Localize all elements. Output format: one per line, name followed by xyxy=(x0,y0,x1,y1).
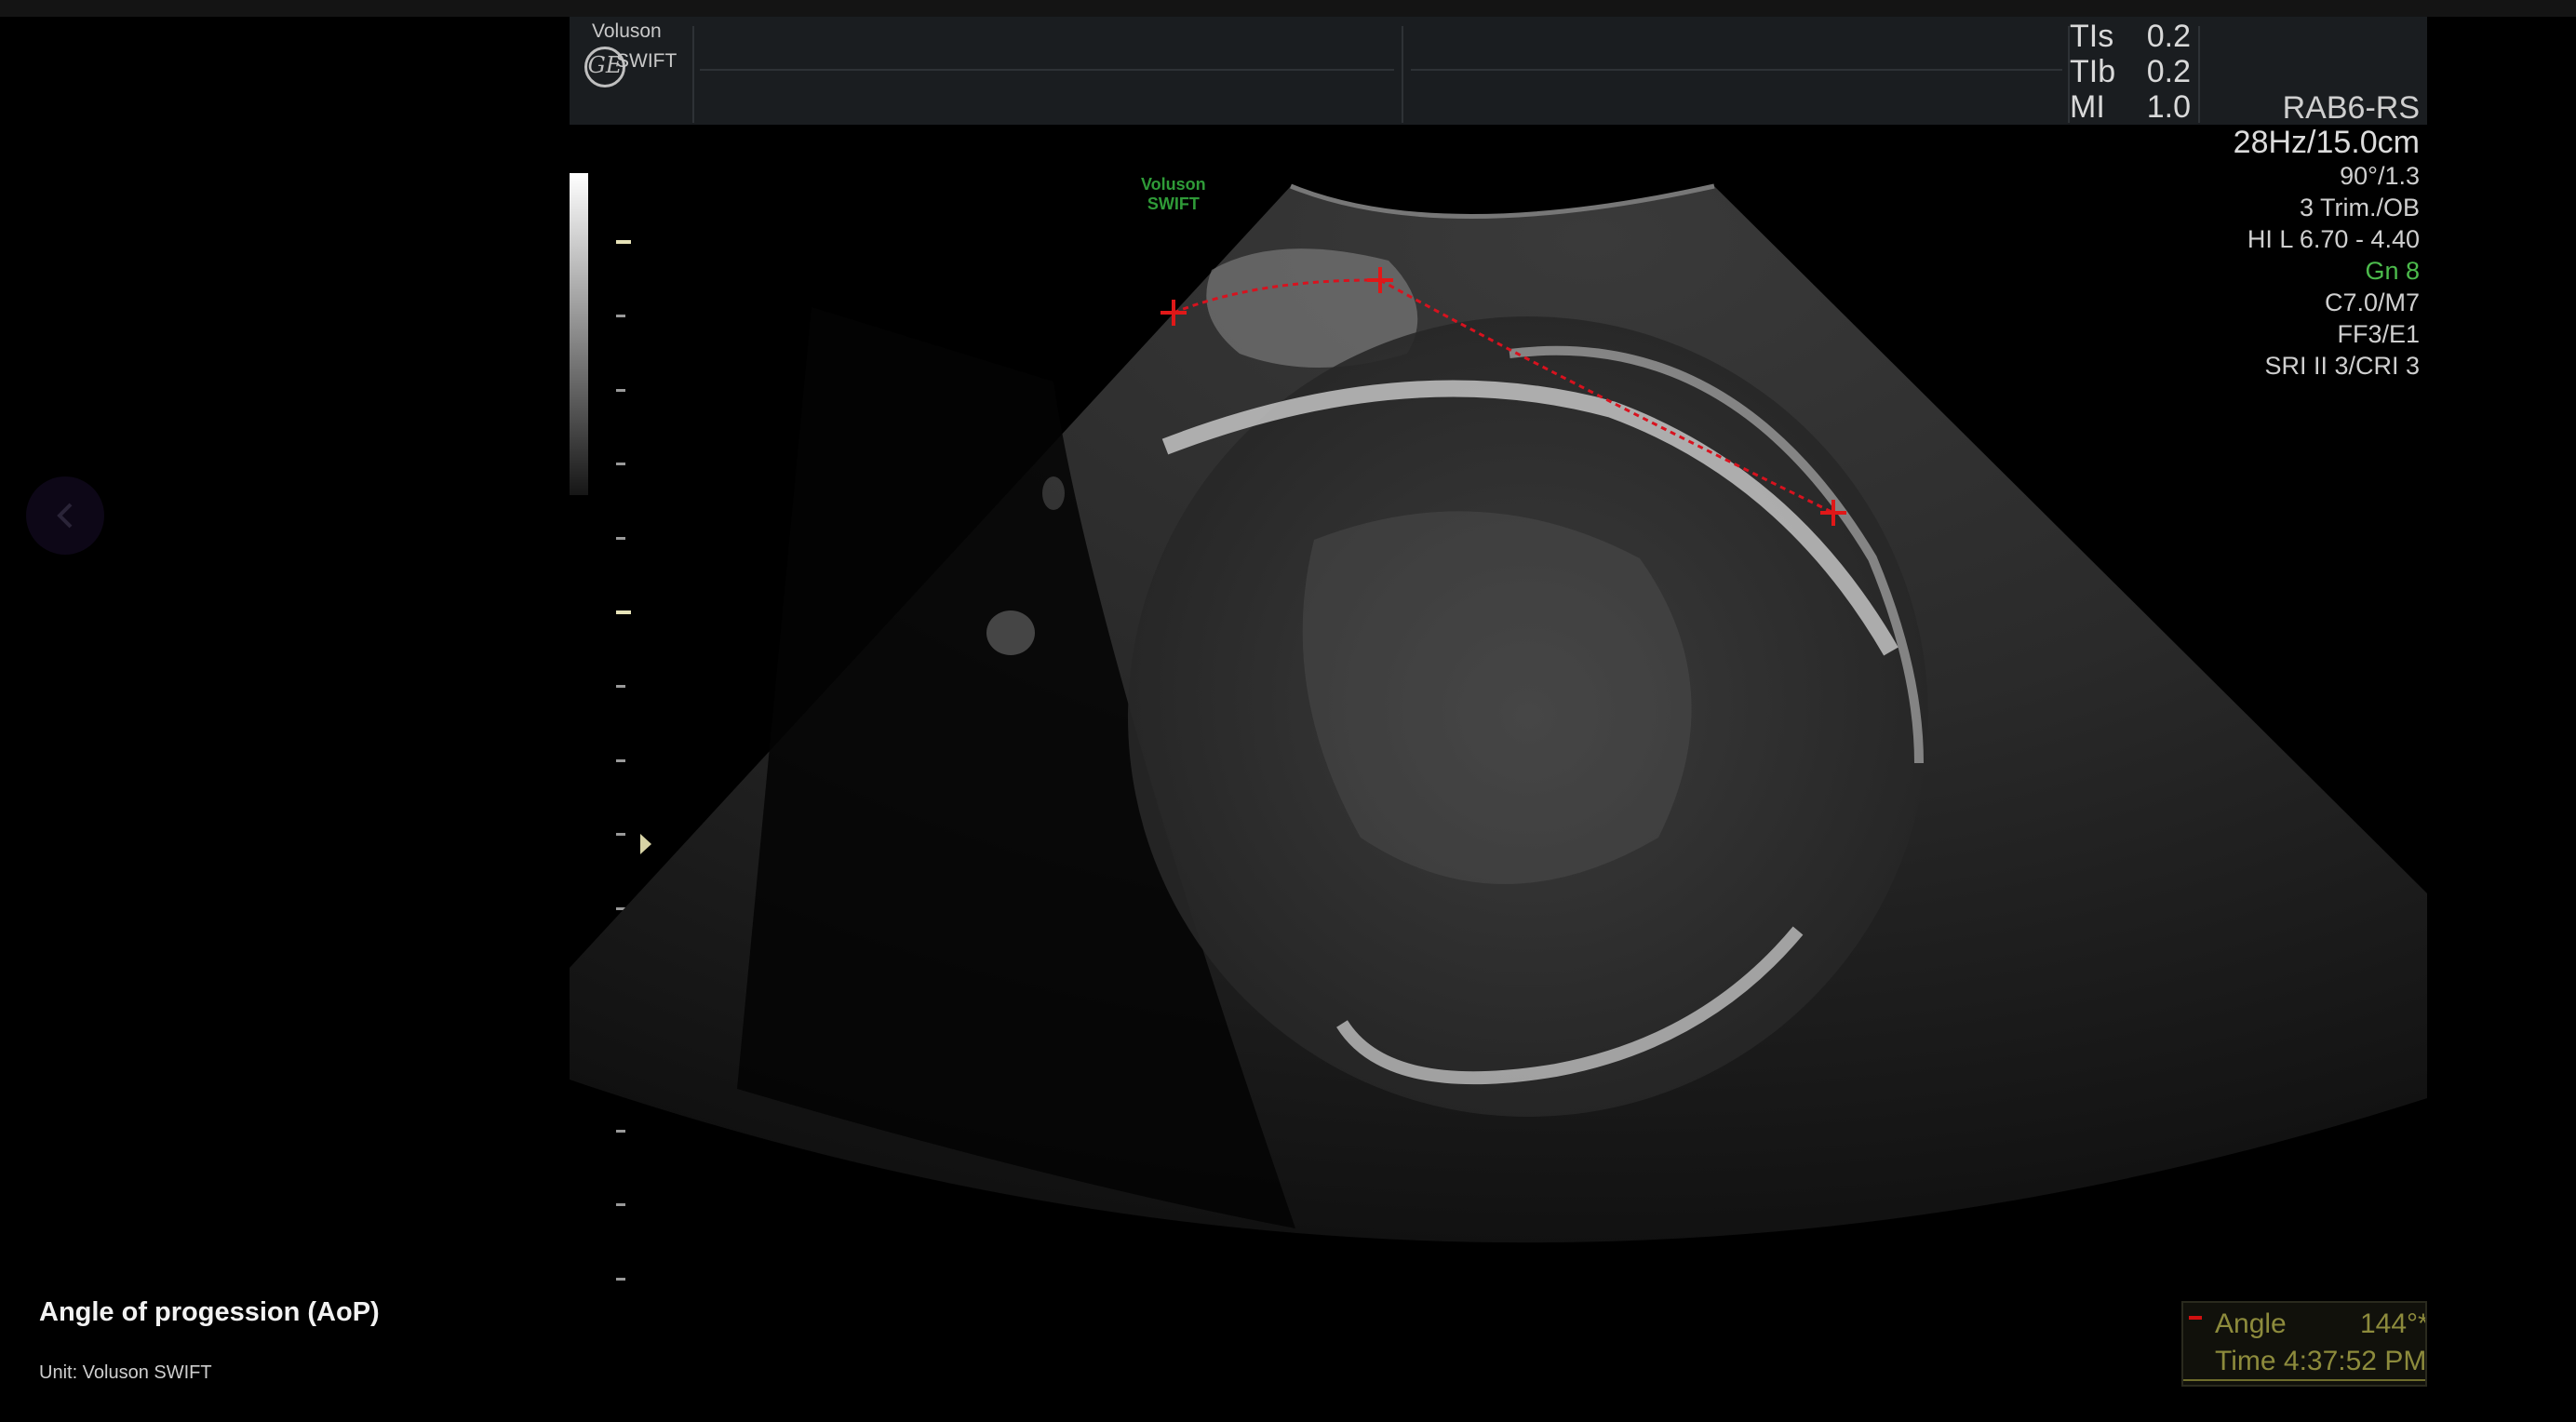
chevron-left-icon xyxy=(57,503,73,529)
measurement-result-box: Angle 144°* Time 4:37:52 PM xyxy=(2181,1301,2427,1387)
brand-line-1: Voluson xyxy=(592,20,662,42)
top-bar xyxy=(0,0,2576,17)
frame-rate-depth: 28Hz/15.0cm xyxy=(2233,125,2420,160)
mechanical-index: MI 1.0 xyxy=(2070,89,2191,125)
measurement-marker-icon xyxy=(2189,1316,2202,1320)
brand-line-2: SWIFT xyxy=(616,50,678,72)
echo-spot xyxy=(986,610,1035,655)
ultrasound-image[interactable] xyxy=(570,168,2427,1368)
caption-title: Angle of progession (AoP) xyxy=(39,1297,380,1327)
ti-soft-tissue: TIs 0.2 xyxy=(2070,19,2191,54)
ti-bone: TIb 0.2 xyxy=(2070,54,2191,89)
probe-name: RAB6-RS xyxy=(2282,90,2420,126)
safety-indices: TIs 0.2 TIb 0.2 MI 1.0 xyxy=(2070,19,2191,125)
brand-label: GE Voluson SWIFT xyxy=(584,20,696,95)
brain-structure xyxy=(1302,511,1692,884)
measurement-time: Time 4:37:52 PM xyxy=(2215,1346,2427,1376)
measurement-underline xyxy=(2183,1379,2425,1381)
echo-spot xyxy=(1042,476,1065,510)
measurement-label: Angle xyxy=(2215,1308,2287,1339)
caption-subtitle: Unit: Voluson SWIFT xyxy=(39,1362,212,1383)
image-watermark: Voluson SWIFT xyxy=(1141,175,1206,213)
back-button[interactable] xyxy=(26,476,104,555)
measurement-value: 144°* xyxy=(2360,1308,2427,1339)
